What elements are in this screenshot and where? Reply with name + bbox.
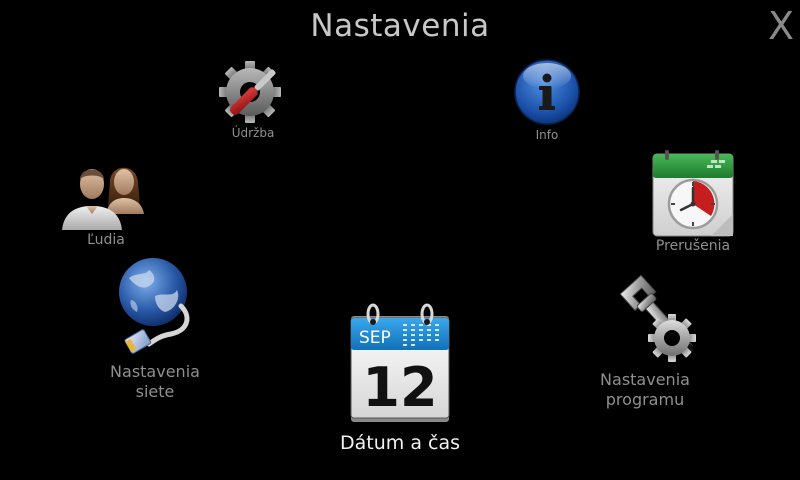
- wrench-gear-icon: [619, 274, 696, 362]
- menu-item-label: Ľudia: [87, 232, 125, 248]
- calendar-month: SEP: [359, 328, 391, 348]
- calendar-day: 12: [362, 356, 437, 419]
- menu-item-label: Dátum a čas: [340, 432, 460, 454]
- menu-item-nastavenia-siete[interactable]: Nastavenia siete: [95, 256, 215, 402]
- menu-item-label: Info: [535, 128, 559, 142]
- close-button[interactable]: X: [768, 4, 794, 48]
- info-icon: [514, 59, 580, 125]
- people-icon: [62, 167, 144, 230]
- menu-item-label: Údržba: [231, 126, 275, 140]
- network-globe-icon: [119, 258, 190, 354]
- gear-wrench-icon: [219, 61, 281, 123]
- calendar-icon: SEP 12: [350, 303, 450, 422]
- menu-item-nastavenia-programu[interactable]: Nastavenia programu: [583, 258, 707, 410]
- menu-item-datum-a-cas[interactable]: SEP 12 Dátum a čas: [320, 302, 480, 456]
- page-title: Nastavenia: [310, 8, 490, 44]
- menu-item-ludia[interactable]: Ľudia: [56, 154, 156, 250]
- menu-item-prerusenia[interactable]: Prerušenia: [643, 148, 743, 256]
- menu-item-label: Nastavenia programu: [600, 370, 690, 409]
- menu-item-label: Nastavenia siete: [110, 362, 200, 401]
- calendar-clock-icon: [652, 150, 734, 237]
- menu-item-info[interactable]: Info: [497, 58, 597, 143]
- menu-item-label: Prerušenia: [655, 238, 731, 254]
- menu-item-udrzba[interactable]: Údržba: [203, 56, 303, 141]
